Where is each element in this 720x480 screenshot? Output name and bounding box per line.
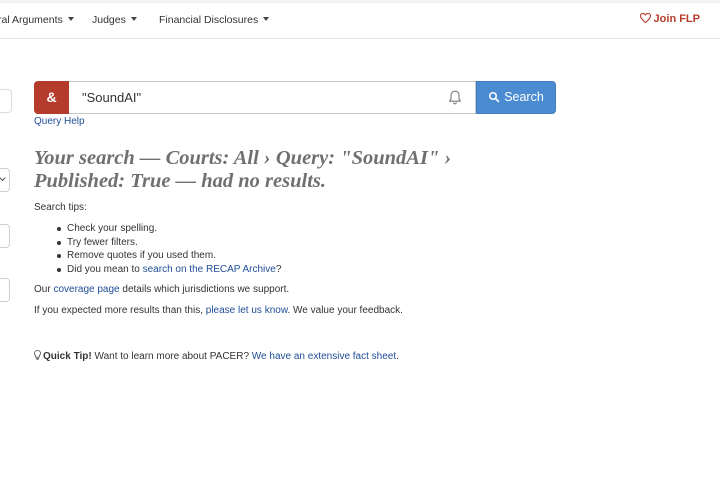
- left-panel-date-input[interactable]: [0, 224, 10, 248]
- heading-published: Published: True: [34, 170, 171, 192]
- nav-judges[interactable]: Judges: [92, 14, 137, 26]
- top-navbar: ral Arguments Judges Financial Disclosur…: [0, 0, 720, 39]
- heading-prefix: Your search —: [34, 147, 166, 169]
- left-panel-select[interactable]: [0, 168, 10, 192]
- query-help-link[interactable]: Query Help: [34, 116, 85, 127]
- coverage-text: Our coverage page details which jurisdic…: [34, 284, 289, 295]
- feedback-suffix: . We value your feedback.: [287, 305, 403, 316]
- nav-oral-arguments[interactable]: ral Arguments: [0, 14, 74, 26]
- list-item: Remove quotes if you used them.: [56, 249, 281, 263]
- chevron-down-icon: [0, 177, 6, 182]
- quick-tip-label: Quick Tip!: [43, 351, 92, 362]
- nav-oral-arguments-label: ral Arguments: [0, 14, 63, 26]
- heading-suffix: — had no results.: [170, 170, 326, 192]
- nav-judges-label: Judges: [92, 14, 126, 26]
- left-panel-date-input[interactable]: [0, 278, 10, 302]
- quick-tip-text: Want to learn more about PACER?: [91, 351, 252, 362]
- heart-icon: [639, 12, 651, 24]
- list-item: Did you mean to search on the RECAP Arch…: [56, 263, 282, 277]
- nav-financial-disclosures[interactable]: Financial Disclosures: [159, 14, 270, 26]
- search-input[interactable]: [69, 81, 476, 114]
- recap-archive-link[interactable]: search on the RECAP Archive: [143, 264, 276, 275]
- coverage-prefix: Our: [34, 284, 54, 295]
- coverage-page-link[interactable]: coverage page: [53, 284, 119, 295]
- join-flp-label: Join FLP: [653, 13, 700, 25]
- heading-query: Query: "SoundAI": [275, 147, 440, 169]
- chevron-down-icon: [67, 17, 74, 21]
- heading-courts: Courts: All: [165, 147, 259, 169]
- search-button-label: Search: [504, 90, 544, 104]
- feedback-link[interactable]: please let us know: [206, 305, 288, 316]
- search-bar: & Search: [34, 81, 556, 114]
- advanced-search-button[interactable]: &: [34, 81, 69, 114]
- navbar-top-border: [0, 0, 720, 3]
- fact-sheet-link[interactable]: We have an extensive fact sheet: [252, 351, 396, 362]
- left-panel-input[interactable]: [0, 89, 12, 113]
- search-tips-title: Search tips:: [34, 202, 87, 213]
- recap-suffix: ?: [275, 263, 282, 275]
- quick-tip: Quick Tip! Want to learn more about PACE…: [34, 350, 399, 362]
- nav-financial-disclosures-label: Financial Disclosures: [159, 14, 259, 26]
- search-button[interactable]: Search: [476, 81, 556, 114]
- quick-tip-suffix: .: [396, 351, 399, 362]
- heading-separator: ›: [258, 147, 276, 169]
- recap-prefix: Did you mean to: [67, 263, 143, 275]
- chevron-down-icon: [130, 17, 137, 21]
- bell-icon[interactable]: [447, 89, 463, 111]
- list-item: Try fewer filters.: [56, 236, 281, 250]
- feedback-prefix: If you expected more results than this,: [34, 305, 206, 316]
- no-results-heading: Your search — Courts: All › Query: "Soun…: [34, 147, 514, 193]
- chevron-down-icon: [263, 17, 270, 21]
- lightbulb-icon: [34, 350, 41, 360]
- heading-separator: ›: [439, 147, 452, 169]
- search-icon: [489, 92, 500, 103]
- join-flp-link[interactable]: Join FLP: [639, 12, 700, 25]
- coverage-suffix: details which jurisdictions we support.: [119, 284, 290, 295]
- search-tips-list: Check your spelling. Try fewer filters. …: [56, 222, 282, 277]
- feedback-text: If you expected more results than this, …: [34, 305, 403, 316]
- list-item: Check your spelling.: [56, 222, 281, 236]
